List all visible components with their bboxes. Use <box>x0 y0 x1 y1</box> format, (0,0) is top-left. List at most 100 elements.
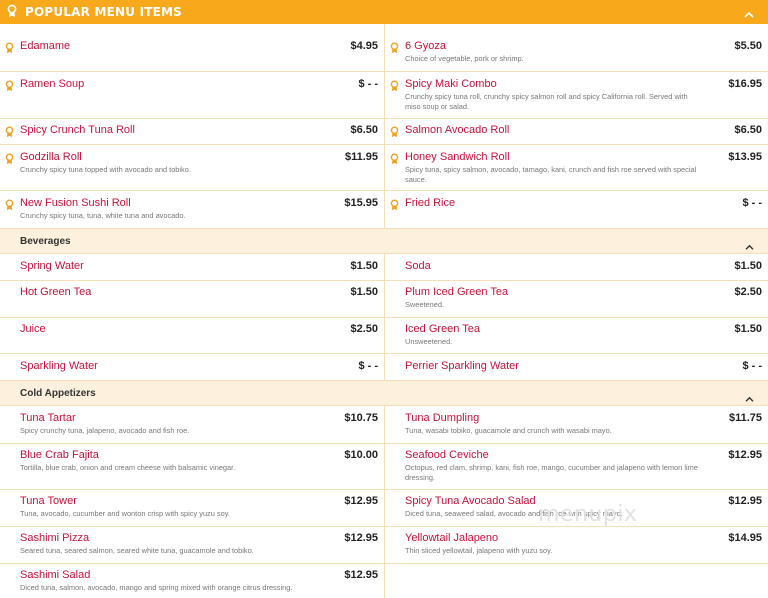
item-description: Choice of vegetable, pork or shrimp. <box>405 54 524 63</box>
item-description: Octopus, red clam, shrimp, kani, fish ro… <box>405 463 698 482</box>
menu-item[interactable]: Spring Water $1.50 <box>0 260 384 280</box>
item-name: Hot Green Tea <box>20 286 92 298</box>
award-ribbon-icon <box>390 79 399 97</box>
menu-item[interactable]: Plum Iced Green Tea $2.50 Sweetened. <box>385 286 768 309</box>
column-divider <box>384 24 385 228</box>
item-description: Crunchy spicy tuna topped with avocado a… <box>20 165 191 174</box>
item-name: Seafood Ceviche <box>405 449 489 461</box>
item-name: Soda <box>405 260 431 272</box>
menu-item[interactable]: Soda $1.50 <box>385 260 768 280</box>
item-price: $1.50 <box>350 260 378 272</box>
award-ribbon-icon <box>5 125 14 143</box>
menu-item[interactable]: Spicy Maki Combo $16.95 Crunchy spicy tu… <box>385 78 768 111</box>
item-description: Crunchy spicy tuna roll, crunchy spicy s… <box>405 92 688 111</box>
menu-item[interactable]: Spicy Crunch Tuna Roll $6.50 <box>0 124 384 144</box>
menu-item[interactable]: Ramen Soup $ - - <box>0 78 384 98</box>
menu-item[interactable]: Blue Crab Fajita $10.00 Tortilla, blue c… <box>0 449 384 472</box>
award-ribbon-icon <box>5 79 14 97</box>
menu-item[interactable]: Sashimi Salad $12.95 Diced tuna, salmon,… <box>0 569 384 592</box>
menu-item[interactable]: Iced Green Tea $1.50 Unsweetened. <box>385 323 768 346</box>
menu-item[interactable]: Seafood Ceviche $12.95 Octopus, red clam… <box>385 449 768 482</box>
item-name: Spicy Tuna Avocado Salad <box>405 495 536 507</box>
item-description: Tuna, avocado, cucumber and wonton crisp… <box>20 509 230 518</box>
item-price: $4.95 <box>350 40 378 52</box>
item-price: $2.50 <box>734 286 762 298</box>
menu-item[interactable]: Juice $2.50 <box>0 323 384 343</box>
item-price: $ - - <box>358 78 378 90</box>
chevron-up-icon[interactable] <box>745 238 754 256</box>
award-ribbon-icon <box>5 152 14 170</box>
item-name: Fried Rice <box>405 197 456 209</box>
item-name: Ramen Soup <box>20 78 85 90</box>
item-price: $10.75 <box>344 412 378 424</box>
item-price: $ - - <box>742 360 762 372</box>
item-name: Sashimi Salad <box>20 569 91 581</box>
item-name: Plum Iced Green Tea <box>405 286 509 298</box>
item-price: $12.95 <box>344 532 378 544</box>
item-price: $ - - <box>358 360 378 372</box>
award-ribbon-icon <box>5 41 14 59</box>
menu-item[interactable]: Yellowtail Jalapeno $14.95 Thin sliced y… <box>385 532 768 555</box>
item-description: Spicy crunchy tuna, jalapeno, avocado an… <box>20 426 190 435</box>
menu-item[interactable]: Edamame $4.95 <box>0 40 384 60</box>
section-header-beverages[interactable]: Beverages <box>0 228 768 254</box>
section-title: Cold Appetizers <box>20 388 96 399</box>
item-price: $1.50 <box>350 286 378 298</box>
item-name: Sparkling Water <box>20 360 98 372</box>
menu-item[interactable]: Sparkling Water $ - - <box>0 360 384 380</box>
chevron-up-icon[interactable] <box>744 6 754 24</box>
item-description: Tortilla, blue crab, onion and cream che… <box>20 463 236 472</box>
menu-item[interactable]: Hot Green Tea $1.50 <box>0 286 384 306</box>
menu-item[interactable]: Fried Rice $ - - <box>385 197 768 217</box>
item-name: Iced Green Tea <box>405 323 481 335</box>
award-ribbon-icon <box>390 125 399 143</box>
item-description: Seared tuna, seared salmon, seared white… <box>20 546 254 555</box>
item-description: Spicy tuna, spicy salmon, avocado, tamag… <box>405 165 697 184</box>
section-header-cold-appetizers[interactable]: Cold Appetizers <box>0 380 768 406</box>
item-name: Spring Water <box>20 260 84 272</box>
page-title: POPULAR MENU ITEMS <box>25 5 183 19</box>
item-description: Tuna, wasabi tobiko, guacamole and crunc… <box>405 426 612 435</box>
item-name: Tuna Dumpling <box>405 412 480 424</box>
item-name: Sashimi Pizza <box>20 532 90 544</box>
item-name: Salmon Avocado Roll <box>405 124 510 136</box>
item-name: Godzilla Roll <box>20 151 82 163</box>
item-name: New Fusion Sushi Roll <box>20 197 131 209</box>
item-description: Crunchy spicy tuna, tuna, white tuna and… <box>20 211 186 220</box>
item-price: $12.95 <box>728 449 762 461</box>
award-ribbon-icon <box>7 4 17 23</box>
item-price: $12.95 <box>344 569 378 581</box>
item-description: Sweetened. <box>405 300 445 309</box>
item-price: $10.00 <box>344 449 378 461</box>
item-name: Blue Crab Fajita <box>20 449 99 461</box>
item-price: $14.95 <box>728 532 762 544</box>
menu-item[interactable]: Godzilla Roll $11.95 Crunchy spicy tuna … <box>0 151 384 174</box>
item-price: $5.50 <box>734 40 762 52</box>
item-name: 6 Gyoza <box>405 40 446 52</box>
item-price: $12.95 <box>728 495 762 507</box>
item-price: $6.50 <box>734 124 762 136</box>
menu-item[interactable]: Tuna Tartar $10.75 Spicy crunchy tuna, j… <box>0 412 384 435</box>
item-price: $2.50 <box>350 323 378 335</box>
item-price: $1.50 <box>734 323 762 335</box>
item-name: Juice <box>20 323 46 335</box>
menu-item[interactable]: Honey Sandwich Roll $13.95 Spicy tuna, s… <box>385 151 768 184</box>
chevron-up-icon[interactable] <box>745 390 754 408</box>
award-ribbon-icon <box>390 198 399 216</box>
item-price: $12.95 <box>344 495 378 507</box>
popular-menu-header[interactable]: POPULAR MENU ITEMS <box>0 0 768 24</box>
menu-item[interactable]: New Fusion Sushi Roll $15.95 Crunchy spi… <box>0 197 384 220</box>
menu-item[interactable]: Sashimi Pizza $12.95 Seared tuna, seared… <box>0 532 384 555</box>
item-name: Tuna Tower <box>20 495 77 507</box>
menu-item[interactable]: Tuna Dumpling $11.75 Tuna, wasabi tobiko… <box>385 412 768 435</box>
menu-item[interactable]: 6 Gyoza $5.50 Choice of vegetable, pork … <box>385 40 768 63</box>
item-name: Spicy Maki Combo <box>405 78 497 90</box>
item-price: $16.95 <box>728 78 762 90</box>
menu-item[interactable]: Tuna Tower $12.95 Tuna, avocado, cucumbe… <box>0 495 384 518</box>
menu-item[interactable]: Perrier Sparkling Water $ - - <box>385 360 768 380</box>
item-price: $6.50 <box>350 124 378 136</box>
column-divider <box>384 406 385 598</box>
award-ribbon-icon <box>390 41 399 59</box>
menu-item[interactable]: Salmon Avocado Roll $6.50 <box>385 124 768 144</box>
award-ribbon-icon <box>5 198 14 216</box>
